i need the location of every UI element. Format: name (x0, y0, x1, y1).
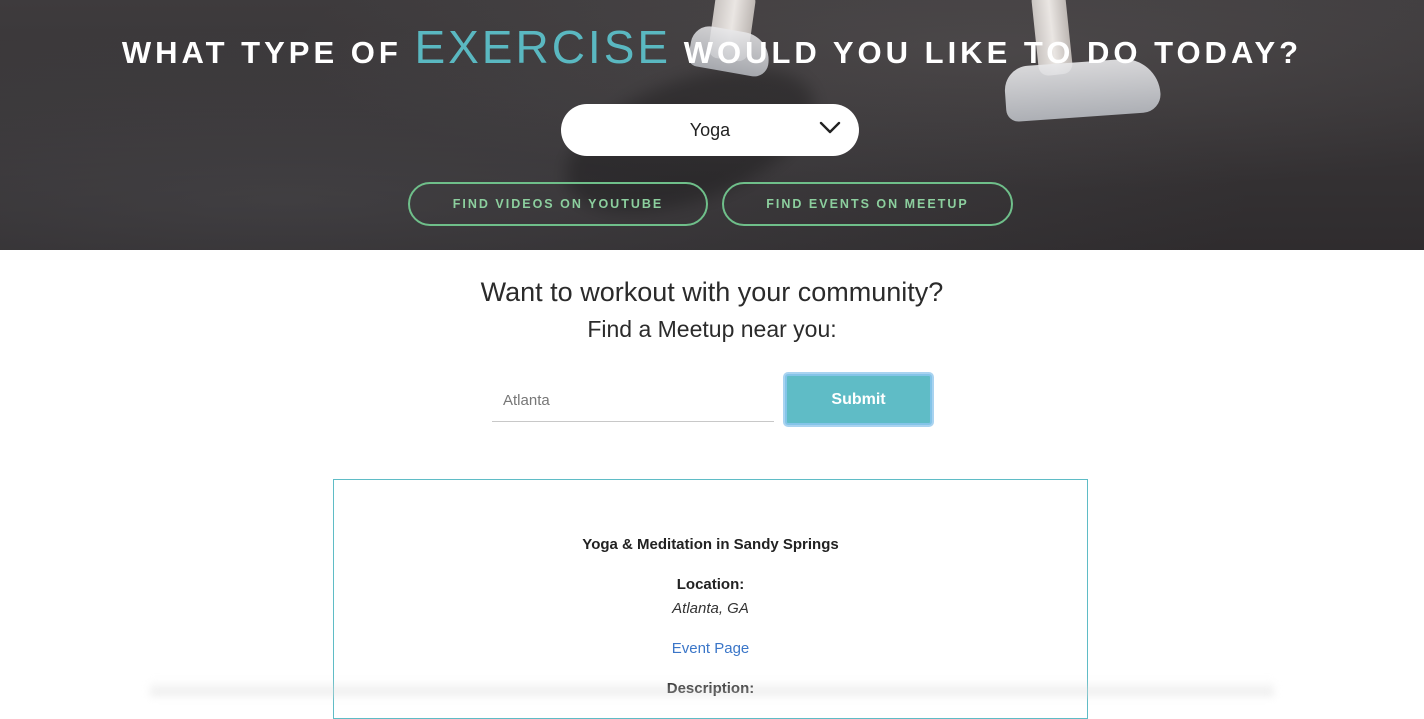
exercise-select[interactable]: Yoga (561, 104, 859, 156)
exercise-select-value: Yoga (689, 119, 731, 140)
description-label: Description: (666, 680, 755, 697)
meetup-title: Yoga & Meditation in Sandy Springs (582, 536, 839, 553)
location-value: Atlanta, GA (672, 600, 749, 617)
hero-title: WHAT TYPE OF EXERCISE WOULD YOU LIKE TO … (0, 20, 1424, 74)
chevron-down-icon (819, 121, 841, 134)
hero-banner: WHAT TYPE OF EXERCISE WOULD YOU LIKE TO … (0, 0, 1424, 250)
submit-button[interactable]: Submit (785, 374, 932, 425)
hero-title-before: WHAT TYPE OF (121, 35, 402, 70)
hero-title-after: WOULD YOU LIKE TO DO TODAY? (683, 35, 1303, 70)
meetup-result-card: Yoga & Meditation in Sandy Springs Locat… (333, 479, 1088, 719)
community-headline: Want to workout with your community? (480, 277, 944, 307)
hero-title-accent: EXERCISE (414, 21, 672, 73)
community-subline: Find a Meetup near you: (587, 316, 837, 342)
event-page-link[interactable]: Event Page (334, 640, 1087, 657)
find-videos-youtube-button[interactable]: FIND VIDEOS ON YOUTUBE (408, 182, 708, 226)
location-label: Location: (676, 576, 745, 593)
find-events-meetup-button[interactable]: FIND EVENTS ON MEETUP (722, 182, 1013, 226)
city-input[interactable] (492, 380, 774, 422)
